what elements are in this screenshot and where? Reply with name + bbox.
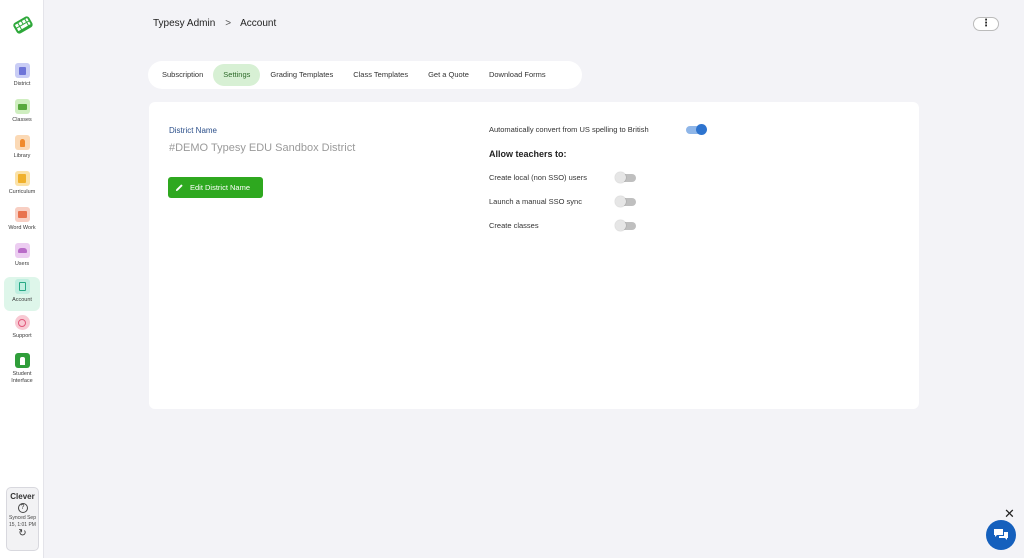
tab-settings[interactable]: Settings [213,64,261,86]
tab-grading-templates[interactable]: Grading Templates [260,64,343,86]
breadcrumb-current: Account [240,18,277,29]
tab-class-templates[interactable]: Class Templates [343,64,418,86]
settings-card: District Name #DEMO Typesy EDU Sandbox D… [149,102,919,409]
district-name-label: District Name [169,126,218,135]
clever-sync-panel: Clever ? Synced Sep 15, 1:01 PM ↻ [6,487,39,551]
chevron-right-icon: > [225,18,232,29]
tab-get-a-quote[interactable]: Get a Quote [418,64,479,86]
edit-district-name-label: Edit District Name [190,183,251,192]
district-icon [14,63,30,78]
sidebar-item-curriculum[interactable]: Curriculum [4,169,40,203]
breadcrumb-root[interactable]: Typesy Admin [153,18,215,29]
permission-label: Create local (non SSO) users [489,173,587,182]
more-vertical-icon[interactable]: ⋮ [973,17,999,31]
sidebar-item-label: Curriculum [8,189,36,195]
sidebar-item-label: Student Interface [11,371,33,384]
create-local-users-toggle[interactable] [615,172,636,183]
word-work-icon [14,207,30,222]
sidebar-item-support[interactable]: Support [4,313,40,347]
sidebar-item-district[interactable]: District [4,61,40,95]
sidebar-item-label: Classes [12,117,32,123]
library-icon [14,135,30,150]
settings-tabs: Subscription Settings Grading Templates … [148,61,582,89]
help-icon[interactable]: ? [17,503,28,513]
student-interface-icon [14,353,30,368]
edit-district-name-button[interactable]: Edit District Name [168,177,263,198]
chat-icon [994,529,1008,540]
sidebar-item-label: Library [13,153,31,159]
manual-sso-sync-toggle[interactable] [615,196,636,207]
curriculum-icon [14,171,30,186]
chat-button[interactable] [986,520,1016,550]
support-icon [14,315,30,330]
close-icon[interactable]: ✕ [1004,506,1015,522]
sidebar-item-account[interactable]: Account [4,277,40,311]
sync-status: Synced Sep 15, 1:01 PM [9,515,36,528]
breadcrumb: Typesy Admin > Account [153,18,276,29]
users-icon [14,243,30,258]
clever-logo: Clever [10,492,35,501]
sidebar-item-student-interface[interactable]: Student Interface [4,351,40,391]
classes-icon [14,99,30,114]
create-classes-toggle[interactable] [615,220,636,231]
sidebar-item-word-work[interactable]: Word Work [4,205,40,239]
sidebar-item-label: Support [12,333,32,339]
allow-teachers-heading: Allow teachers to: [489,149,567,159]
account-icon [14,279,30,294]
district-name-value: #DEMO Typesy EDU Sandbox District [169,142,356,154]
refresh-icon[interactable]: ↻ [18,529,26,539]
sidebar: District Classes Library Curriculum Word… [0,0,44,558]
sidebar-item-label: Users [14,261,30,267]
typesy-logo-icon[interactable] [12,14,34,36]
tab-subscription[interactable]: Subscription [152,64,213,86]
pencil-icon [175,184,183,192]
auto-convert-toggle[interactable] [686,124,707,135]
sidebar-item-library[interactable]: Library [4,133,40,167]
permission-label: Launch a manual SSO sync [489,197,582,206]
sidebar-item-users[interactable]: Users [4,241,40,275]
sidebar-item-classes[interactable]: Classes [4,97,40,131]
permission-label: Create classes [489,221,539,230]
tab-download-forms[interactable]: Download Forms [479,64,556,86]
sidebar-item-label: District [13,81,31,87]
sidebar-item-label: Account [12,297,32,303]
sidebar-item-label: Word Work [8,225,36,231]
auto-convert-label: Automatically convert from US spelling t… [489,125,649,134]
